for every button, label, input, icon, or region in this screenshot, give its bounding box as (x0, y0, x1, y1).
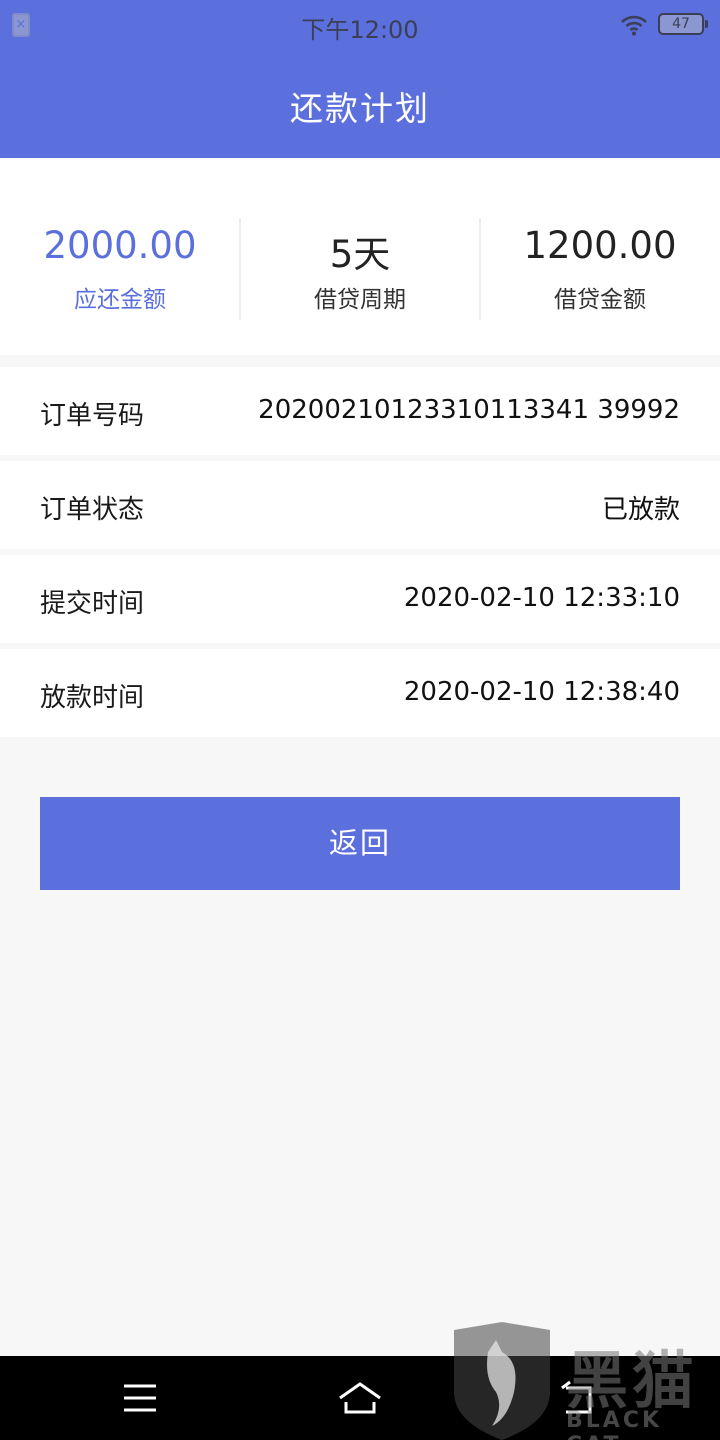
loan-period-label: 借贷周期 (314, 287, 406, 313)
watermark: 黑猫 BLACK CAT (448, 1322, 720, 1440)
loan-amount-label: 借贷金额 (554, 287, 646, 313)
black-cat-logo-icon (454, 1322, 550, 1440)
submit-time-label: 提交时间 (40, 589, 145, 619)
header: × 下午12:00 47 还款计划 (0, 0, 720, 158)
loan-period-value: 5天 (329, 233, 391, 276)
status-bar: × 下午12:00 47 (0, 0, 720, 52)
repayment-amount-label: 应还金额 (74, 287, 166, 313)
menu-icon[interactable] (120, 1378, 160, 1418)
order-status-value: 已放款 (601, 495, 680, 525)
wifi-icon (621, 15, 647, 36)
loan-amount-stat: 1200.00 借贷金额 (480, 158, 720, 355)
status-time: 下午12:00 (301, 16, 419, 44)
loan-summary: 2000.00 应还金额 5天 借贷周期 1200.00 借贷金额 (0, 158, 720, 355)
disbursement-time-label: 放款时间 (40, 683, 145, 713)
watermark-text: 黑猫 (566, 1344, 699, 1417)
disbursement-time-value: 2020-02-10 12:38:40 (403, 677, 680, 707)
repayment-amount-stat: 2000.00 应还金额 (0, 158, 240, 355)
loan-period-stat: 5天 借贷周期 (240, 158, 480, 355)
page-title: 还款计划 (290, 89, 430, 128)
back-button[interactable]: 返回 (40, 797, 680, 890)
order-number-value: 20200210123310113341 39992 (258, 395, 680, 425)
battery-icon: 47 (658, 13, 708, 35)
submit-time-value: 2020-02-10 12:33:10 (403, 583, 680, 613)
order-number-row: 订单号码 20200210123310113341 39992 (0, 367, 720, 455)
loan-amount-value: 1200.00 (523, 224, 677, 267)
watermark-subtext: BLACK CAT (566, 1408, 663, 1440)
repayment-amount-value: 2000.00 (43, 224, 197, 267)
order-status-label: 订单状态 (40, 495, 145, 525)
order-number-label: 订单号码 (40, 401, 145, 431)
submit-time-row: 提交时间 2020-02-10 12:33:10 (0, 555, 720, 643)
screen: × 下午12:00 47 还款计划 2000.00 应还金额 5天 借贷周期 1… (0, 0, 720, 1440)
home-icon[interactable] (336, 1378, 384, 1418)
disbursement-time-row: 放款时间 2020-02-10 12:38:40 (0, 649, 720, 737)
order-status-row: 订单状态 已放款 (0, 461, 720, 549)
